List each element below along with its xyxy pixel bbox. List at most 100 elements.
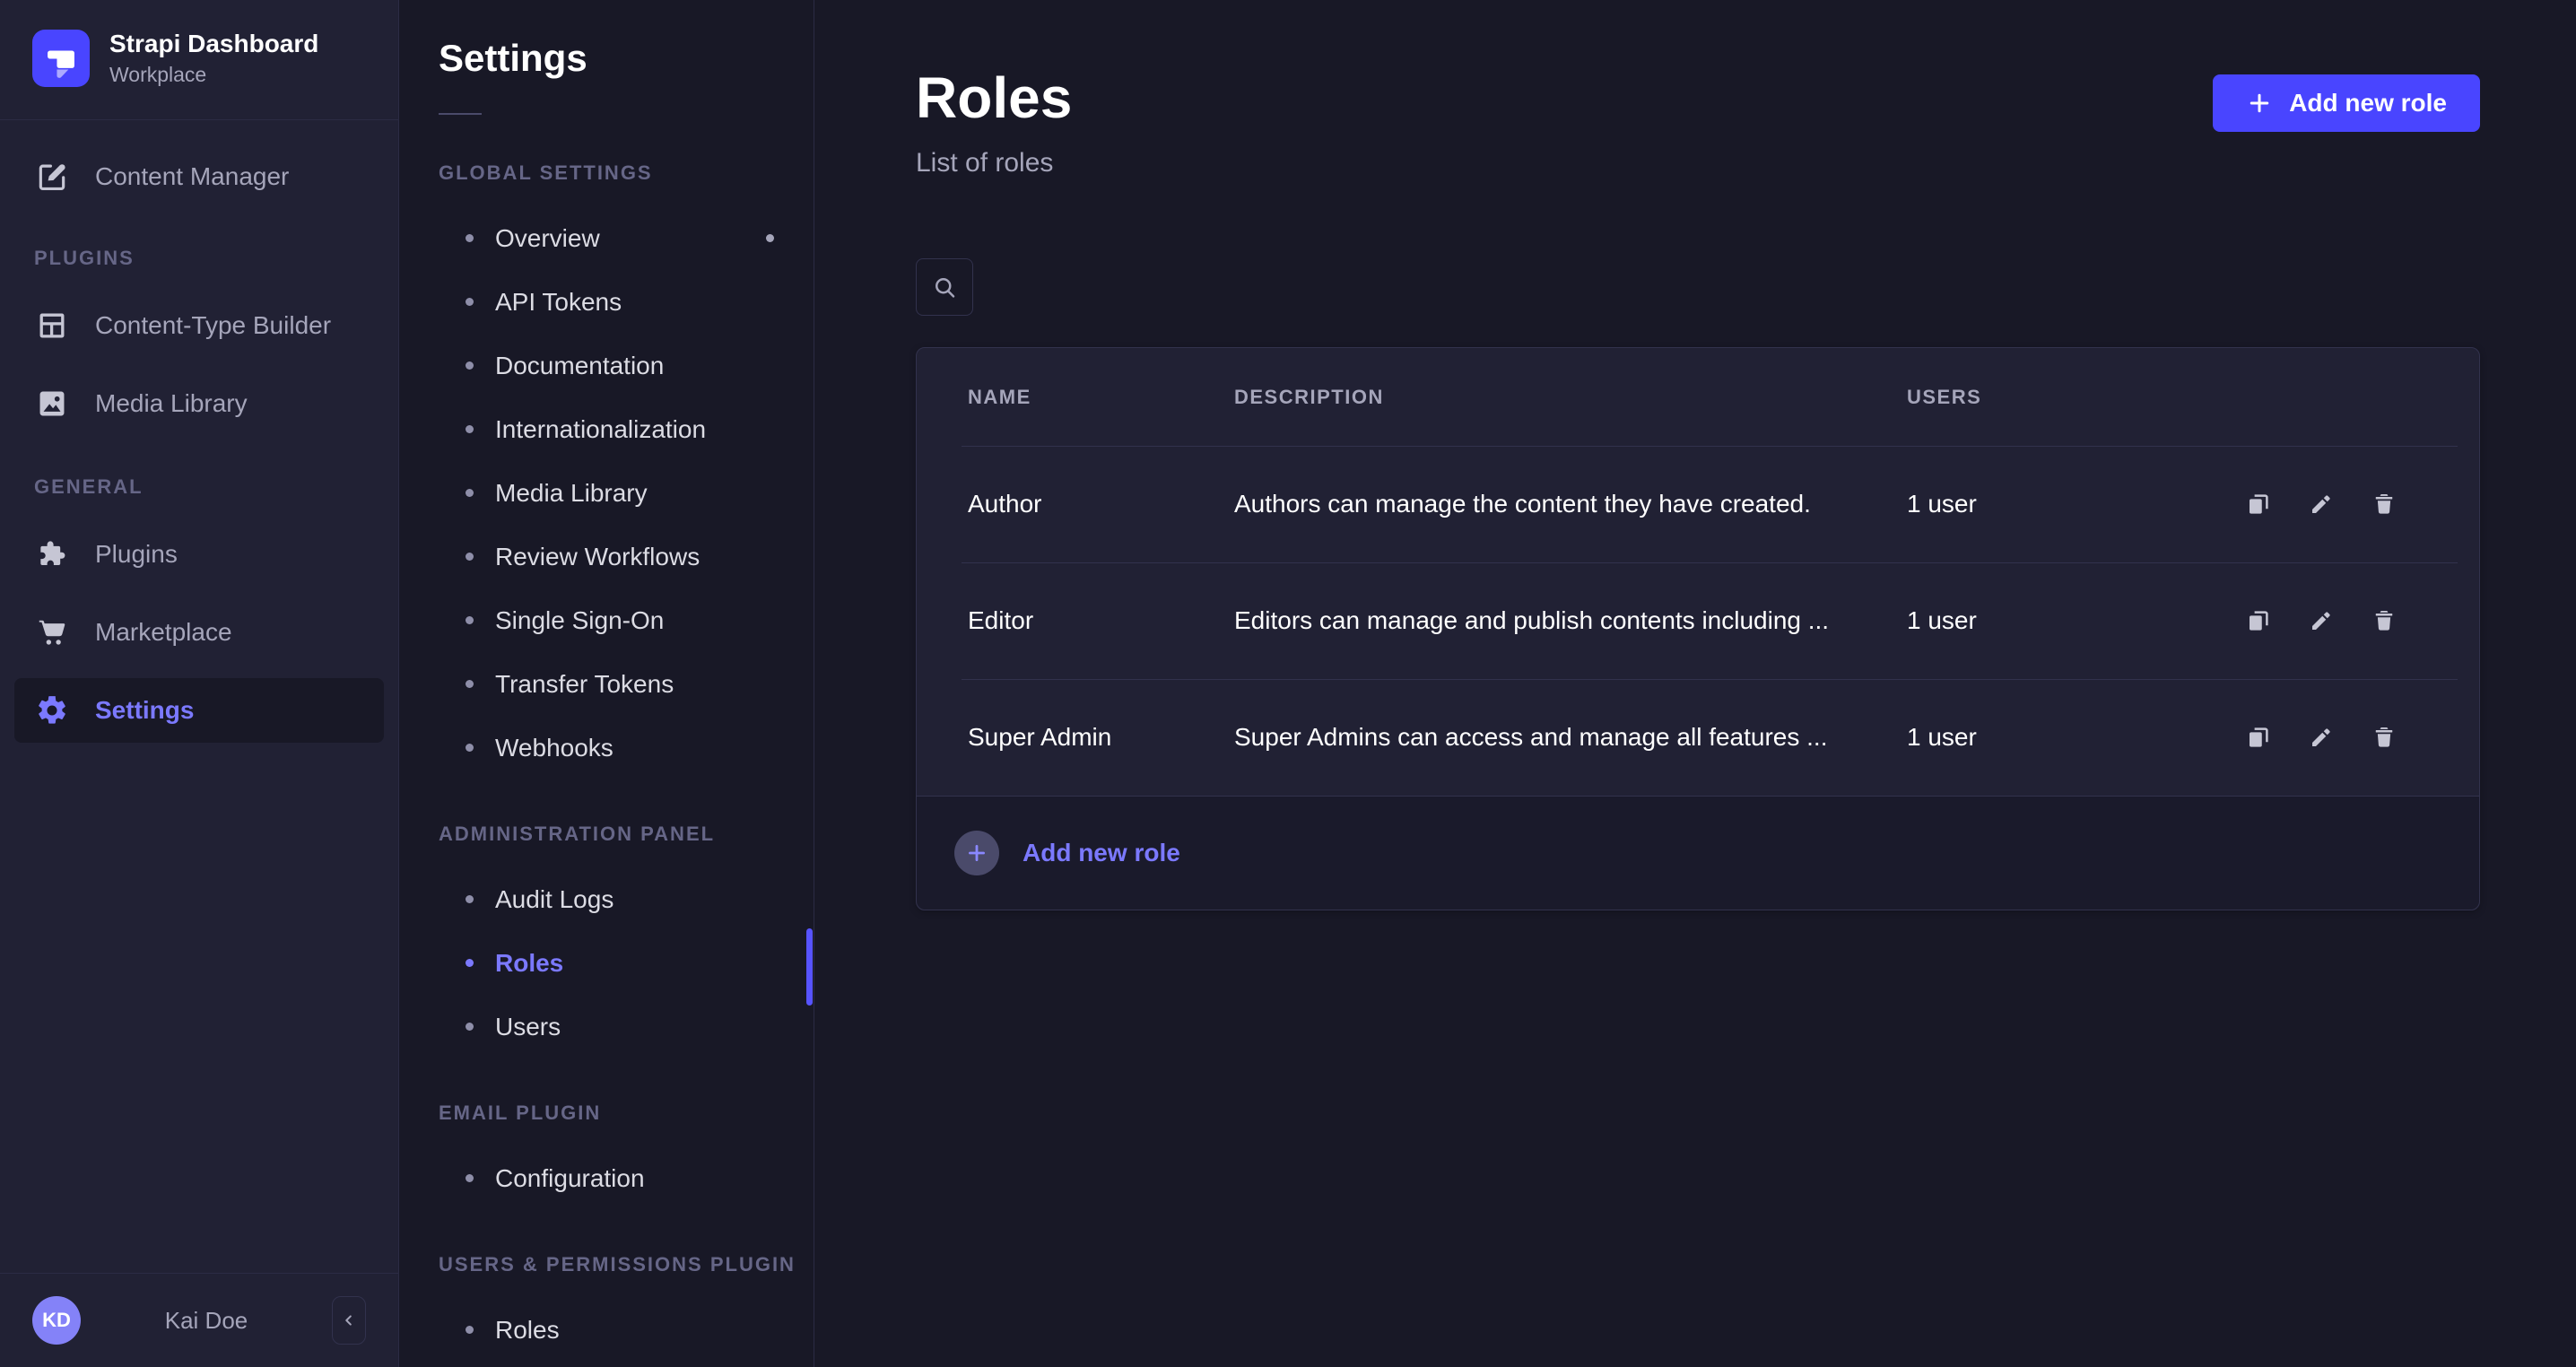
sidebar-nav: Content Manager PLUGINS Content-Type Bui… bbox=[0, 120, 398, 1273]
subnav-item-label: Roles bbox=[495, 1316, 560, 1345]
table-row[interactable]: Editor Editors can manage and publish co… bbox=[917, 562, 2479, 679]
subnav-item-media-library[interactable]: Media Library bbox=[439, 461, 814, 525]
bullet-icon bbox=[466, 234, 474, 242]
add-new-role-button[interactable]: Add new role bbox=[2213, 74, 2480, 132]
role-description: Super Admins can access and manage all f… bbox=[1234, 723, 1907, 752]
bullet-icon bbox=[466, 1326, 474, 1334]
subnav-group-email-plugin: EMAIL PLUGIN bbox=[439, 1101, 814, 1125]
duplicate-button[interactable] bbox=[2242, 488, 2275, 520]
edit-button[interactable] bbox=[2305, 721, 2337, 753]
table-footer-add-role[interactable]: Add new role bbox=[917, 796, 2479, 910]
subnav-group-users-permissions-plugin: USERS & PERMISSIONS PLUGIN bbox=[439, 1253, 814, 1276]
user-section: KD Kai Doe bbox=[0, 1273, 398, 1367]
subnav-group-global-settings: GLOBAL SETTINGS bbox=[439, 161, 814, 185]
subnav-item-roles[interactable]: Roles bbox=[439, 931, 814, 995]
search-button[interactable] bbox=[916, 258, 973, 316]
subnav-item-label: Roles bbox=[495, 949, 563, 978]
edit-button[interactable] bbox=[2305, 605, 2337, 637]
subnav-title: Settings bbox=[439, 36, 814, 81]
subnav-item-transfer-tokens[interactable]: Transfer Tokens bbox=[439, 652, 814, 716]
bullet-icon bbox=[466, 489, 474, 497]
subnav-group-items: Configuration bbox=[439, 1146, 814, 1210]
sidebar-section-general: GENERAL bbox=[34, 475, 364, 499]
subnav-item-audit-logs[interactable]: Audit Logs bbox=[439, 867, 814, 931]
subnav-item-label: Internationalization bbox=[495, 415, 706, 444]
bullet-icon bbox=[466, 553, 474, 561]
sidebar-item-label: Content Manager bbox=[95, 162, 289, 191]
bullet-icon bbox=[466, 959, 474, 967]
role-users-count: 1 user bbox=[1907, 606, 2230, 635]
sidebar-item-content-type-builder[interactable]: Content-Type Builder bbox=[14, 293, 384, 358]
column-header-name: NAME bbox=[968, 386, 1234, 409]
workspace-subtitle: Workplace bbox=[109, 63, 318, 87]
sidebar-item-plugins[interactable]: Plugins bbox=[14, 522, 384, 587]
chevron-left-icon bbox=[339, 1310, 359, 1330]
subnav-item-users[interactable]: Users bbox=[439, 995, 814, 1058]
subnav-item-label: Review Workflows bbox=[495, 543, 700, 571]
subnav-item-api-tokens[interactable]: API Tokens bbox=[439, 270, 814, 334]
subnav-item-label: Users bbox=[495, 1013, 561, 1041]
workspace-brand[interactable]: Strapi Dashboard Workplace bbox=[0, 0, 398, 119]
roles-table: NAME DESCRIPTION USERS Author Authors ca… bbox=[916, 347, 2480, 910]
bullet-icon bbox=[466, 616, 474, 624]
collapse-sidebar-button[interactable] bbox=[332, 1296, 366, 1345]
sidebar-item-settings[interactable]: Settings bbox=[14, 678, 384, 743]
bullet-icon bbox=[466, 1023, 474, 1031]
notification-dot-icon bbox=[766, 234, 774, 242]
subnav-item-label: Overview bbox=[495, 224, 600, 253]
bullet-icon bbox=[466, 298, 474, 306]
subnav-item-single-sign-on[interactable]: Single Sign-On bbox=[439, 588, 814, 652]
row-actions bbox=[2230, 488, 2400, 520]
subnav-item-webhooks[interactable]: Webhooks bbox=[439, 716, 814, 779]
main-sidebar: Strapi Dashboard Workplace Content Manag… bbox=[0, 0, 399, 1367]
subnav-item-review-workflows[interactable]: Review Workflows bbox=[439, 525, 814, 588]
settings-subnav: Settings GLOBAL SETTINGS Overview API To… bbox=[399, 0, 814, 1367]
sidebar-item-label: Content-Type Builder bbox=[95, 311, 331, 340]
subnav-item-configuration[interactable]: Configuration bbox=[439, 1146, 814, 1210]
main-content: Roles List of roles Add new role NAME DE… bbox=[814, 0, 2576, 1367]
subnav-item-overview[interactable]: Overview bbox=[439, 206, 814, 270]
subnav-item-label: Media Library bbox=[495, 479, 648, 508]
plus-icon bbox=[2246, 90, 2273, 117]
role-users-count: 1 user bbox=[1907, 723, 2230, 752]
bullet-icon bbox=[466, 680, 474, 688]
subnav-item-up-roles[interactable]: Roles bbox=[439, 1298, 814, 1362]
subnav-group-administration-panel: ADMINISTRATION PANEL bbox=[439, 823, 814, 846]
role-description: Editors can manage and publish contents … bbox=[1234, 606, 1907, 635]
avatar[interactable]: KD bbox=[32, 1296, 81, 1345]
sidebar-item-marketplace[interactable]: Marketplace bbox=[14, 600, 384, 665]
strapi-dashboard: Strapi Dashboard Workplace Content Manag… bbox=[0, 0, 2576, 1367]
sidebar-item-label: Plugins bbox=[95, 540, 178, 569]
sidebar-item-label: Settings bbox=[95, 696, 194, 725]
subnav-item-documentation[interactable]: Documentation bbox=[439, 334, 814, 397]
table-row[interactable]: Super Admin Super Admins can access and … bbox=[917, 679, 2479, 796]
subnav-scrollbar-thumb[interactable] bbox=[806, 928, 813, 1006]
add-new-role-label: Add new role bbox=[2289, 89, 2447, 118]
footer-add-role-label: Add new role bbox=[1023, 839, 1180, 867]
table-row[interactable]: Author Authors can manage the content th… bbox=[917, 446, 2479, 562]
role-name: Author bbox=[968, 490, 1234, 518]
duplicate-button[interactable] bbox=[2242, 605, 2275, 637]
gear-icon bbox=[34, 692, 70, 728]
puzzle-icon bbox=[34, 536, 70, 572]
subnav-item-label: Transfer Tokens bbox=[495, 670, 674, 699]
workspace-title: Strapi Dashboard bbox=[109, 30, 318, 58]
row-actions bbox=[2230, 721, 2400, 753]
delete-button[interactable] bbox=[2368, 488, 2400, 520]
delete-button[interactable] bbox=[2368, 605, 2400, 637]
media-library-icon bbox=[34, 386, 70, 422]
role-description: Authors can manage the content they have… bbox=[1234, 490, 1907, 518]
sidebar-item-media-library[interactable]: Media Library bbox=[14, 371, 384, 436]
search-icon bbox=[931, 274, 958, 300]
sidebar-item-content-manager[interactable]: Content Manager bbox=[14, 144, 384, 209]
subnav-group-items: Roles bbox=[439, 1298, 814, 1362]
sidebar-section-plugins: PLUGINS bbox=[34, 247, 364, 270]
subnav-item-label: Configuration bbox=[495, 1164, 645, 1193]
edit-button[interactable] bbox=[2305, 488, 2337, 520]
delete-button[interactable] bbox=[2368, 721, 2400, 753]
duplicate-button[interactable] bbox=[2242, 721, 2275, 753]
sidebar-item-label: Marketplace bbox=[95, 618, 232, 647]
brand-text: Strapi Dashboard Workplace bbox=[109, 30, 318, 87]
subnav-item-internationalization[interactable]: Internationalization bbox=[439, 397, 814, 461]
row-actions bbox=[2230, 605, 2400, 637]
